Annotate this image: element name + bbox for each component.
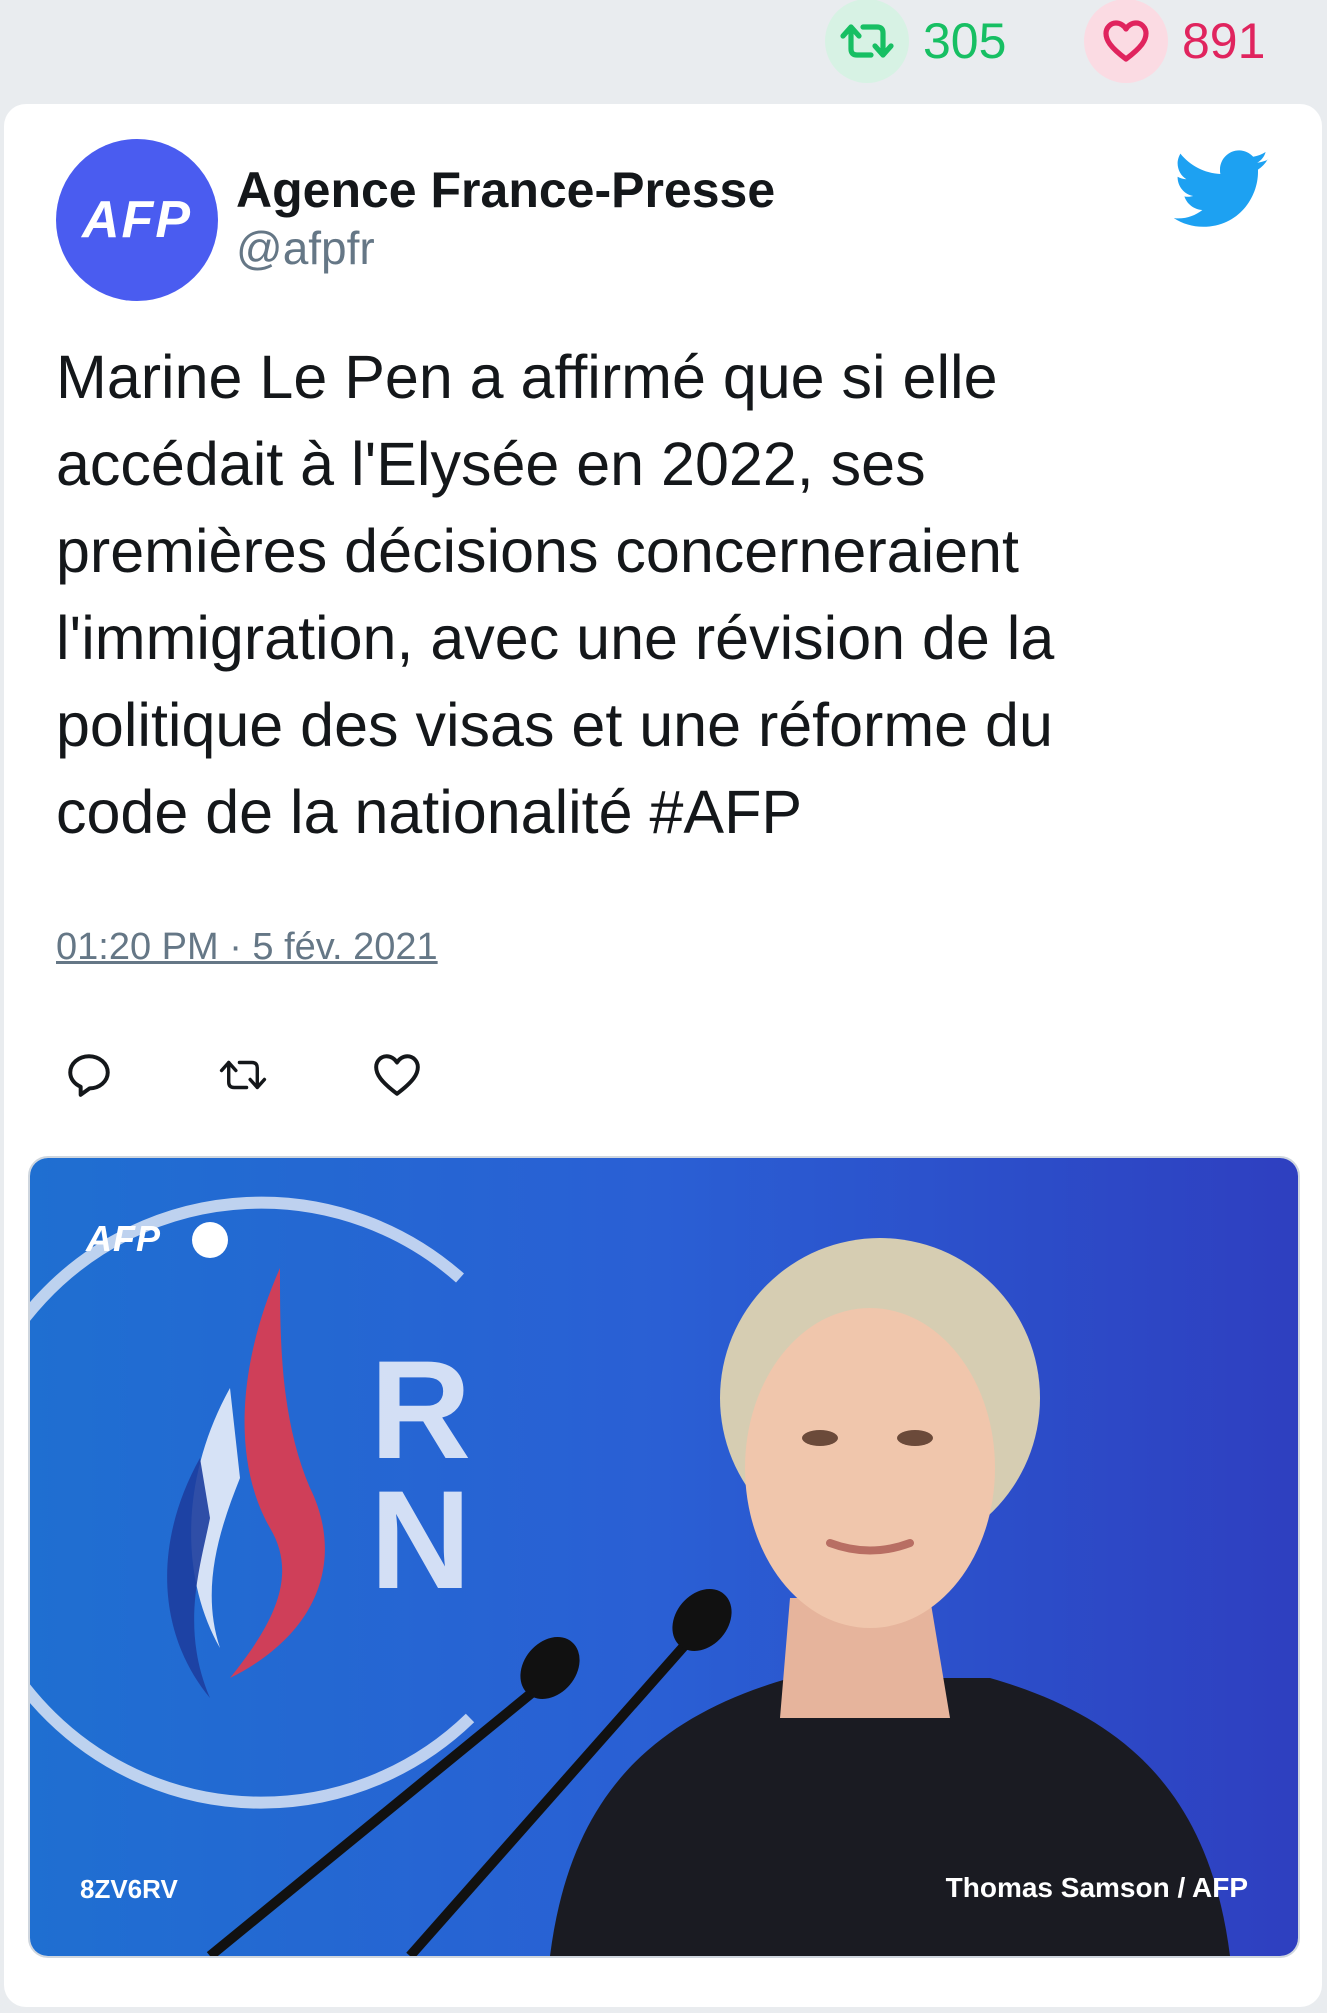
like-count: 891 [1182,13,1266,69]
like-icon[interactable] [372,1050,422,1100]
photo-watermark: AFP [86,1218,161,1259]
author-block: Agence France-Presse @afpfr [236,162,775,276]
tweet-line: politique des visas et une réforme du [56,691,1053,759]
tweet-line: accédait à l'Elysée en 2022, ses [56,430,926,498]
heart-icon [1084,0,1168,83]
reply-icon[interactable] [64,1050,114,1100]
tweet-photo[interactable]: R N AFP 8ZV6RV Thomas Samson / AFP [28,1156,1300,1958]
tweet-line: code de la nationalité #AFP [56,778,803,846]
svg-text:N: N [370,1461,471,1618]
tweet-text: Marine Le Pen a affirmé que si elle accé… [56,334,1256,856]
avatar[interactable]: AFP [56,139,218,301]
retweet-counter[interactable]: 305 [825,0,1007,83]
twitter-bird-icon[interactable] [1174,150,1270,230]
avatar-text: AFP [82,191,192,249]
tweet-line: premières décisions concerneraient [56,517,1019,585]
photo-code: 8ZV6RV [80,1874,178,1904]
author-name[interactable]: Agence France-Presse [236,162,775,218]
retweet-count: 305 [923,13,1007,69]
tweet-line: l'immigration, avec une révision de la [56,604,1055,672]
photo-image: R N [30,1158,1298,1956]
like-counter[interactable]: 891 [1084,0,1266,83]
engagement-bar: 305 891 [0,0,1327,100]
retweet-icon [825,0,909,83]
author-handle[interactable]: @afpfr [236,220,775,276]
action-bar [64,1050,526,1100]
tweet-line: Marine Le Pen a affirmé que si elle [56,343,998,411]
photo-credit: Thomas Samson / AFP [945,1872,1248,1903]
tweet-card: AFP Agence France-Presse @afpfr Marine L… [4,104,1322,2007]
retweet-icon[interactable] [218,1050,268,1100]
tweet-timestamp[interactable]: 01:20 PM · 5 fév. 2021 [56,926,438,969]
